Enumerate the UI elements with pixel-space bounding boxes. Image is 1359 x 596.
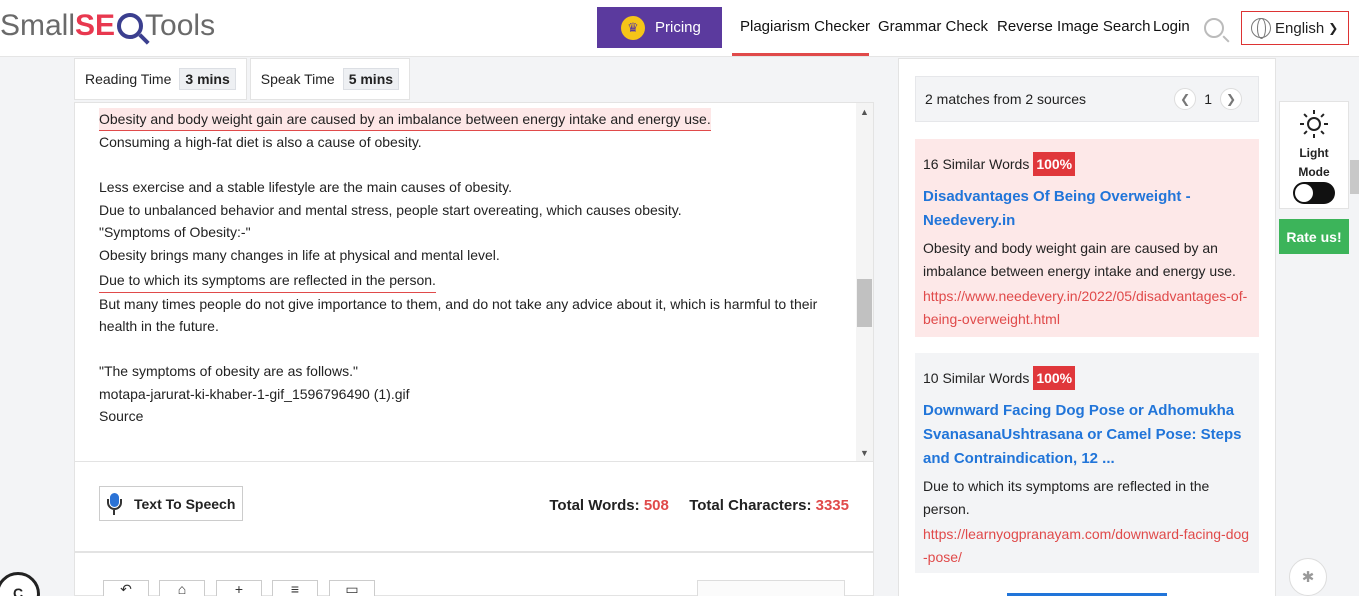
crown-icon: ♛ [621,15,645,40]
highlighted-sentence[interactable]: Obesity and body weight gain are caused … [99,108,711,131]
editor-line: Consuming a high-fat diet is also a caus… [99,134,422,150]
match-percent-badge: 100% [1033,152,1076,176]
logo-text-tools: Tools [145,9,216,42]
editor-line: motapa-jarurat-ki-khaber-1-gif_159679649… [99,385,410,402]
nav-plagiarism-checker[interactable]: Plagiarism Checker [740,18,870,35]
search-icon[interactable] [1204,18,1224,38]
speak-time: Speak Time 5 mins [249,58,411,100]
editor-content[interactable]: Obesity and body weight gain are caused … [99,108,839,428]
matches-summary-text: 2 matches from 2 sources [925,91,1087,107]
source-matched-text: Obesity and body weight gain are caused … [923,240,1236,279]
similar-words: 10 Similar Words 100% [923,366,1251,390]
undo-icon[interactable]: ↶ [103,580,149,596]
light-mode-widget: Light Mode [1279,101,1349,209]
editor-line: Source [99,408,144,424]
chat-widget-button[interactable]: C [0,572,40,596]
source-url-link[interactable]: https://www.needevery.in/2022/05/disadva… [923,285,1251,330]
results-panel: 2 matches from 2 sources ❮ 1 ❯ 16 Simila… [898,58,1276,596]
time-stats: Reading Time 3 mins Speak Time 5 mins [74,58,413,100]
total-words-value: 508 [643,497,669,514]
match-percent-badge: 100% [1033,366,1076,390]
language-selector[interactable]: English ❯ [1241,11,1349,45]
source-title-link[interactable]: Disadvantages Of Being Overweight - Need… [923,185,1251,233]
page-scrollbar-thumb[interactable] [1350,160,1359,194]
editor-line: But many times people do not give import… [99,295,818,335]
action-toolbar: ↶ ⌂ + ≡ ▭ [74,552,874,596]
scroll-up-icon[interactable]: ▲ [856,103,873,120]
page-number: 1 [1204,91,1212,107]
editor-line: "The symptoms of obesity are as follows.… [99,363,358,379]
tts-label: Text To Speech [134,495,236,512]
editor-line: Less exercise and a stable lifestyle are… [99,179,512,195]
editor-line: "Symptoms of Obesity:-" [99,224,251,240]
speak-time-label: Speak Time [260,71,335,87]
site-header: Small SE Tools ♛ Pricing Plagiarism Checke… [0,0,1359,57]
source-url-link[interactable]: https://learnyogpranayam.com/downward-fa… [923,523,1251,568]
logo-text-seo: SE [75,9,116,42]
bug-icon[interactable]: ✱ [1289,558,1327,596]
logo-text-small: Small [0,9,76,42]
nav-grammar-check[interactable]: Grammar Check [878,18,988,35]
text-to-speech-button[interactable]: Text To Speech [99,486,244,521]
nav-reverse-image-search[interactable]: Reverse Image Search [997,18,1150,35]
speak-time-value: 5 mins [342,68,400,90]
upload-icon[interactable]: ⌂ [159,580,205,596]
reading-time-value: 3 mins [179,68,236,90]
editor-line: Obesity brings many changes in life at p… [99,246,500,263]
editor-line: Due to unbalanced behavior and mental st… [99,201,682,218]
light-mode-toggle[interactable] [1293,182,1335,204]
rate-us-button[interactable]: Rate us! [1279,219,1349,254]
total-chars-label: Total Characters: [689,497,812,514]
add-icon[interactable]: + [216,580,262,596]
source-matched-text: Due to which its symptoms are reflected … [923,478,1210,517]
magnifier-icon [117,13,144,39]
light-mode-label-1: Light [1299,146,1329,160]
chevron-left-icon[interactable]: ❮ [1174,88,1197,110]
chevron-down-icon: ❯ [1328,21,1339,35]
text-editor[interactable]: Obesity and body weight gain are caused … [74,102,874,462]
editor-footer: Text To Speech Total Words: 508 Total Ch… [74,462,874,552]
pricing-button[interactable]: ♛ Pricing [597,7,722,48]
source-card[interactable]: 10 Similar Words 100% Downward Facing Do… [915,353,1259,573]
source-card[interactable]: 16 Similar Words 100% Disadvantages Of B… [915,139,1259,337]
light-mode-label-2: Mode [1298,165,1330,179]
chevron-right-icon[interactable]: ❯ [1220,88,1242,110]
scroll-thumb[interactable] [857,279,872,327]
scroll-down-icon[interactable]: ▼ [856,444,873,461]
sun-icon [1300,110,1328,138]
language-label: English [1275,19,1325,37]
similar-words-text: 10 Similar Words [923,370,1030,386]
nav-login[interactable]: Login [1153,18,1190,35]
microphone-icon [106,492,122,515]
globe-icon [1251,18,1271,39]
total-words-label: Total Words: [549,497,640,514]
similar-words-text: 16 Similar Words [923,156,1030,172]
matches-summary: 2 matches from 2 sources ❮ 1 ❯ [915,76,1259,122]
similar-words: 16 Similar Words 100% [923,152,1251,176]
action-button[interactable] [697,580,845,596]
pricing-label: Pricing [655,19,701,36]
filter-icon[interactable]: ≡ [272,580,318,596]
site-logo[interactable]: Small SE Tools [0,6,215,46]
source-title-link[interactable]: Downward Facing Dog Pose or Adhomukha Sv… [923,399,1251,471]
nav-active-indicator [732,53,869,56]
total-chars-value: 3335 [815,497,849,514]
text-totals: Total Words: 508 Total Characters: 3335 [549,497,849,514]
reading-time-label: Reading Time [85,71,172,87]
editor-scrollbar[interactable]: ▲ ▼ [856,103,873,461]
reading-time: Reading Time 3 mins [74,58,247,100]
results-pager: ❮ 1 ❯ [1174,88,1242,110]
document-icon[interactable]: ▭ [329,580,375,596]
highlighted-sentence[interactable]: Due to which its symptoms are reflected … [99,269,436,293]
